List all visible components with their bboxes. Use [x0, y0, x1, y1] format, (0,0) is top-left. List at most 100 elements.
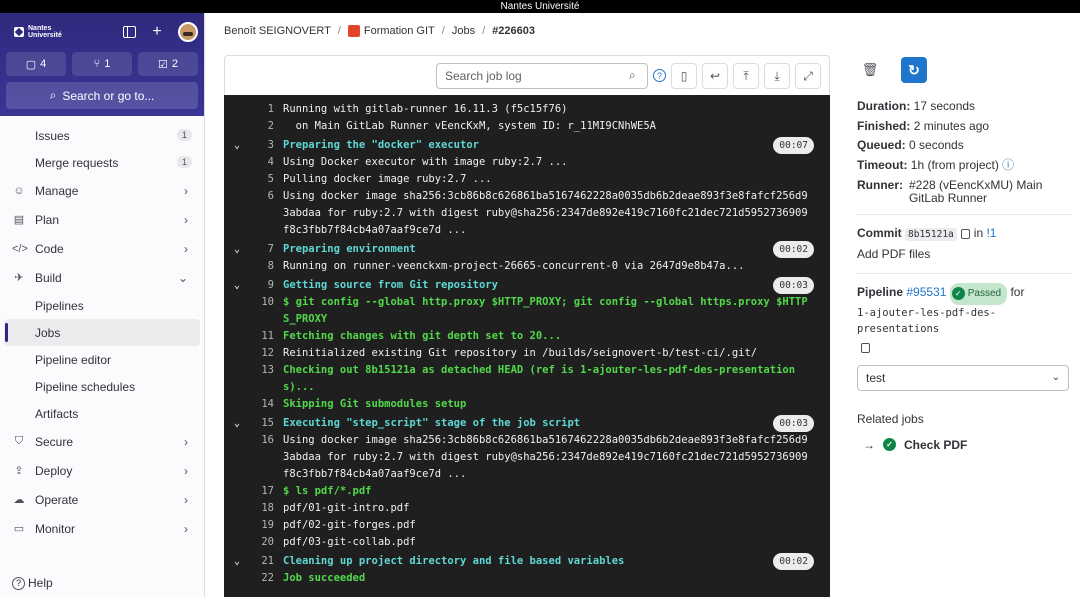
- sidebar-item-merge-requests[interactable]: Merge requests 1: [4, 149, 200, 176]
- scroll-top-button[interactable]: ⤒: [733, 63, 759, 89]
- sidebar: Nantes Université + ▢ 4 ⑂ 1 ☑ 2 ⌕ Search or …: [0, 13, 205, 597]
- commit-title: Add PDF files: [857, 246, 931, 261]
- erase-job-button[interactable]: 🗑: [857, 57, 883, 83]
- line-number[interactable]: 10: [244, 294, 274, 311]
- sidebar-section-monitor[interactable]: ▭ Monitor ›: [4, 514, 200, 543]
- line-number[interactable]: 1: [244, 101, 274, 118]
- log-line[interactable]: ⌄ 7 Preparing environment 00:02: [224, 241, 830, 258]
- avatar[interactable]: [178, 22, 198, 42]
- fullscreen-button[interactable]: ⤢: [795, 63, 821, 89]
- plus-icon[interactable]: +: [150, 23, 164, 40]
- sidebar-section-manage[interactable]: ☺ Manage ›: [4, 176, 200, 205]
- log-line[interactable]: ⌄ 9 Getting source from Git repository 00:0…: [224, 277, 830, 294]
- chevron-right-icon: ›: [184, 212, 188, 227]
- trash-icon: 🗑: [861, 62, 879, 77]
- sidebar-item-jobs[interactable]: Jobs: [4, 319, 200, 346]
- raw-log-button[interactable]: ▯: [671, 63, 697, 89]
- os-title: Nantes Université: [500, 1, 580, 12]
- log-line[interactable]: ⌄ 21 Cleaning up project directory and fil…: [224, 553, 830, 570]
- line-number[interactable]: 12: [244, 345, 274, 362]
- line-number[interactable]: 6: [244, 188, 274, 205]
- line-number[interactable]: 19: [244, 517, 274, 534]
- stage-select[interactable]: test ⌄: [857, 364, 1069, 391]
- line-number[interactable]: 14: [244, 396, 274, 413]
- chevron-down-icon[interactable]: ⌄: [234, 137, 240, 154]
- line-number[interactable]: 13: [244, 362, 274, 379]
- sidebar-section-build[interactable]: ✈ Build ⌄: [4, 263, 200, 292]
- search-button[interactable]: ⌕ Search or go to...: [6, 82, 198, 109]
- line-number[interactable]: 7: [244, 241, 274, 258]
- line-number[interactable]: 17: [244, 483, 274, 500]
- arrow-right-icon: →: [863, 437, 875, 452]
- log-line: 14 Skipping Git submodules setup: [224, 396, 830, 413]
- retry-button[interactable]: ↻: [901, 57, 927, 83]
- pipeline-link[interactable]: #95531: [906, 285, 946, 299]
- issues-count-button[interactable]: ▢ 4: [6, 52, 66, 76]
- chevron-right-icon: ›: [184, 492, 188, 507]
- os-title-bar: Nantes Université: [0, 0, 1080, 13]
- line-number[interactable]: 15: [244, 415, 274, 432]
- breadcrumb: Benoît SEIGNOVERT / Formation GIT / Jobs…: [224, 25, 535, 38]
- log-line[interactable]: ⌄ 15 Executing "step_script" stage of the …: [224, 415, 830, 432]
- help-button[interactable]: ? Help: [0, 569, 204, 597]
- users-icon: ☺: [13, 184, 25, 197]
- sidebar-toggle-icon[interactable]: [122, 25, 136, 39]
- copy-icon[interactable]: [861, 343, 870, 354]
- sidebar-item-pipelines[interactable]: Pipelines: [4, 292, 200, 319]
- sidebar-section-plan[interactable]: ▤ Plan ›: [4, 205, 200, 234]
- scroll-bottom-button[interactable]: ⤓: [764, 63, 790, 89]
- commit-sha[interactable]: 8b15121a: [905, 228, 957, 241]
- log-line: 17 $ ls pdf/*.pdf: [224, 483, 830, 500]
- todo-count-button[interactable]: ☑ 2: [138, 52, 198, 76]
- line-number[interactable]: 5: [244, 171, 274, 188]
- related-job-item[interactable]: → ✓ Check PDF: [857, 438, 1072, 452]
- line-number[interactable]: 18: [244, 500, 274, 517]
- sidebar-item-pipeline-editor[interactable]: Pipeline editor: [4, 346, 200, 373]
- line-number[interactable]: 20: [244, 534, 274, 551]
- sidebar-item-issues[interactable]: Issues 1: [4, 122, 200, 149]
- chevron-down-icon[interactable]: ⌄: [234, 241, 240, 258]
- breadcrumb-separator: /: [482, 25, 486, 38]
- issues-icon: ▢: [25, 58, 37, 71]
- wrap-lines-button[interactable]: ↩: [702, 63, 728, 89]
- line-number[interactable]: 8: [244, 258, 274, 275]
- search-job-log-input[interactable]: [436, 63, 648, 89]
- timeout-value: 1h (from project): [910, 157, 999, 172]
- merge-request-link[interactable]: !1: [986, 226, 996, 240]
- log-text: Reinitialized existing Git repository in…: [283, 347, 758, 359]
- merge-requests-count-button[interactable]: ⑂ 1: [72, 52, 132, 76]
- sidebar-section-secure[interactable]: ⛉ Secure ›: [4, 427, 200, 456]
- chevron-down-icon[interactable]: ⌄: [234, 553, 240, 570]
- sidebar-section-operate[interactable]: ☁ Operate ›: [4, 485, 200, 514]
- breadcrumb-separator: /: [441, 25, 445, 38]
- sidebar-section-deploy[interactable]: ⇪ Deploy ›: [4, 456, 200, 485]
- chevron-down-icon[interactable]: ⌄: [234, 277, 240, 294]
- breadcrumb-job-id[interactable]: #226603: [492, 25, 535, 37]
- help-icon[interactable]: ⓘ: [1002, 158, 1014, 172]
- scroll-down-icon: ⤓: [774, 68, 780, 83]
- pipeline-ref[interactable]: 1-ajouter-les-pdf-des-presentations: [857, 305, 1017, 337]
- chevron-down-icon[interactable]: ⌄: [234, 415, 240, 432]
- breadcrumb-jobs[interactable]: Jobs: [452, 25, 475, 37]
- sidebar-nav: Issues 1 Merge requests 1 ☺ Manage › ▤ Plan › …: [0, 116, 204, 549]
- section-duration-badge: 00:02: [773, 553, 814, 570]
- help-icon[interactable]: ?: [653, 69, 666, 82]
- sidebar-item-pipeline-schedules[interactable]: Pipeline schedules: [4, 373, 200, 400]
- line-number[interactable]: 21: [244, 553, 274, 570]
- sidebar-section-code[interactable]: </> Code ›: [4, 234, 200, 263]
- line-number[interactable]: 9: [244, 277, 274, 294]
- line-number[interactable]: 22: [244, 570, 274, 587]
- line-number[interactable]: 3: [244, 137, 274, 154]
- breadcrumb-project[interactable]: Formation GIT: [347, 25, 435, 38]
- job-log-toolbar: ⌕ ? ▯ ↩ ⤒ ⤓ ⤢: [224, 55, 830, 95]
- line-number[interactable]: 11: [244, 328, 274, 345]
- copy-icon[interactable]: [960, 228, 970, 239]
- line-number[interactable]: 16: [244, 432, 274, 449]
- logo[interactable]: Nantes Université: [14, 25, 68, 39]
- status-badge[interactable]: ✓ Passed: [949, 283, 1008, 305]
- log-line[interactable]: ⌄ 3 Preparing the "docker" executor 00:07: [224, 137, 830, 154]
- line-number[interactable]: 4: [244, 154, 274, 171]
- breadcrumb-user[interactable]: Benoît SEIGNOVERT: [224, 25, 331, 37]
- line-number[interactable]: 2: [244, 118, 274, 135]
- sidebar-item-artifacts[interactable]: Artifacts: [4, 400, 200, 427]
